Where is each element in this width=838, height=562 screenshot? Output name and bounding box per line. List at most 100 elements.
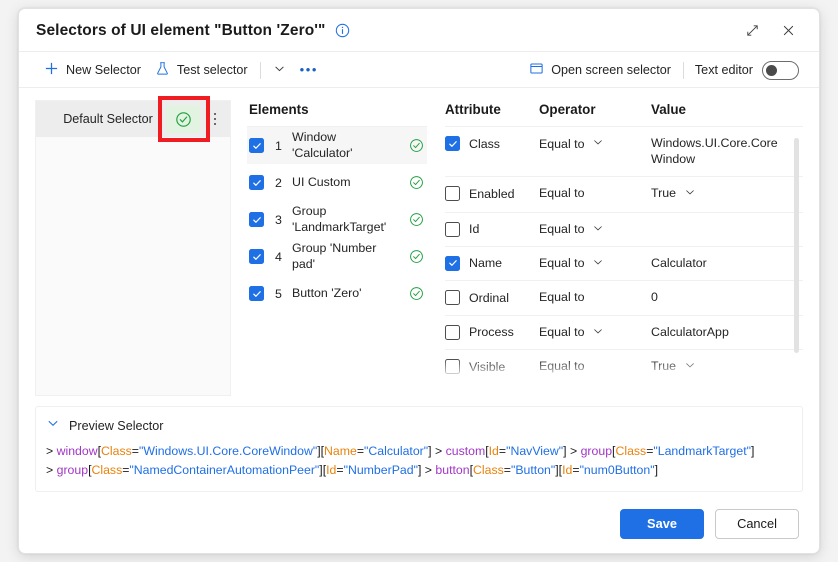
new-selector-button[interactable]: New Selector <box>37 57 148 83</box>
attribute-operator-visible: Equal to <box>539 359 585 373</box>
element-label-4: Group 'Number pad' <box>292 241 377 271</box>
token-value-id-2: "NumberPad" <box>343 463 418 477</box>
more-vertical-icon[interactable] <box>206 112 224 126</box>
attribute-row-visible[interactable]: Visible Equal to True <box>445 349 803 385</box>
selector-code-line-1: > window[Class="Windows.UI.Core.CoreWind… <box>46 444 755 458</box>
attribute-row-process[interactable]: Process Equal to CalculatorApp <box>445 314 803 350</box>
token-tag-group: group <box>580 444 613 458</box>
attribute-checkbox-name[interactable] <box>445 255 460 271</box>
open-screen-selector-label: Open screen selector <box>551 63 671 77</box>
dialog-content: Default Selector Elements 1 Window 'Calc… <box>19 88 819 396</box>
attributes-header-row: Attribute Operator Value <box>445 100 803 126</box>
element-checkbox-3[interactable] <box>249 212 264 227</box>
element-index-1: 1 <box>275 138 282 153</box>
element-index-3: 3 <box>275 212 282 227</box>
attributes-scrollbar[interactable] <box>794 138 799 353</box>
element-checkbox-4[interactable] <box>249 249 264 264</box>
check-circle-icon[interactable] <box>166 105 200 133</box>
element-label-2: UI Custom <box>292 174 351 189</box>
test-selector-dropdown[interactable] <box>266 58 293 82</box>
restore-diagonal-icon[interactable] <box>735 17 769 45</box>
selector-list-item-default[interactable]: Default Selector <box>36 96 230 142</box>
token-value-id: "NavView" <box>506 444 564 458</box>
attribute-operator-id: Equal to <box>539 222 585 236</box>
attribute-row-class[interactable]: Class Equal to Windows.UI.Core.CoreWindo… <box>445 126 803 176</box>
element-row-4[interactable]: 4 Group 'Number pad' <box>247 238 427 275</box>
chevron-down-icon[interactable] <box>592 256 604 271</box>
element-row-2[interactable]: 2 UI Custom <box>247 164 427 201</box>
token-tag-custom: custom <box>445 444 486 458</box>
text-editor-toggle[interactable]: Text editor <box>689 57 805 84</box>
test-selector-button[interactable]: Test selector <box>148 57 255 83</box>
attribute-checkbox-process[interactable] <box>445 324 460 340</box>
page-title: Selectors of UI element "Button 'Zero'" <box>36 21 326 39</box>
text-editor-label: Text editor <box>694 63 753 77</box>
window-controls <box>735 17 805 45</box>
flask-icon <box>155 61 170 79</box>
element-checkbox-2[interactable] <box>249 175 264 190</box>
cancel-button[interactable]: Cancel <box>715 508 799 539</box>
info-circle-icon[interactable] <box>335 23 350 38</box>
element-checkbox-1[interactable] <box>249 138 264 153</box>
attribute-operator-ordinal: Equal to <box>539 290 585 304</box>
attribute-checkbox-enabled[interactable] <box>445 186 460 201</box>
attribute-name-process: Process <box>469 325 514 339</box>
window-rectangle-icon <box>529 61 544 79</box>
chevron-down-icon[interactable] <box>592 325 604 340</box>
element-row-1[interactable]: 1 Window 'Calculator' <box>247 127 427 164</box>
attribute-value-process[interactable]: CalculatorApp <box>651 325 729 341</box>
attribute-row-ordinal[interactable]: Ordinal Equal to 0 <box>445 280 803 315</box>
token-attr-id-2: Id <box>326 463 337 477</box>
element-status-icon-2 <box>405 175 427 190</box>
attribute-checkbox-visible[interactable] <box>445 359 460 374</box>
attribute-value-visible[interactable]: True <box>651 359 676 375</box>
chevron-down-icon[interactable] <box>684 359 696 376</box>
attribute-checkbox-class[interactable] <box>445 136 460 151</box>
attributes-body: Class Equal to Windows.UI.Core.CoreWindo… <box>445 126 803 385</box>
attribute-name-id: Id <box>469 222 480 236</box>
toolbar-overflow-button[interactable]: ••• <box>293 61 325 79</box>
chevron-down-icon[interactable] <box>684 186 696 203</box>
text-editor-switch[interactable] <box>762 60 799 80</box>
token-value-class-4: "Button" <box>510 463 556 477</box>
new-selector-label: New Selector <box>66 63 141 77</box>
attribute-value-enabled[interactable]: True <box>651 186 676 202</box>
column-header-value: Value <box>651 102 686 117</box>
attribute-row-name[interactable]: Name Equal to Calculator <box>445 245 803 281</box>
close-icon[interactable] <box>771 17 805 45</box>
token-gt-2: > <box>434 444 443 458</box>
attribute-value-name[interactable]: Calculator <box>651 256 707 272</box>
attribute-value-ordinal[interactable]: 0 <box>651 290 658 306</box>
preview-selector-toggle[interactable]: Preview Selector <box>46 416 790 435</box>
chevron-down-icon[interactable] <box>592 222 604 237</box>
column-header-operator: Operator <box>539 102 596 117</box>
attribute-operator-name: Equal to <box>539 256 585 270</box>
element-row-5[interactable]: 5 Button 'Zero' <box>247 275 427 312</box>
element-row-3[interactable]: 3 Group 'LandmarkTarget' <box>247 201 427 238</box>
token-value-class: "Windows.UI.Core.CoreWindow" <box>138 444 318 458</box>
token-gt-5: > <box>424 463 432 477</box>
attribute-operator-class: Equal to <box>539 136 585 151</box>
element-status-icon-3 <box>405 212 427 227</box>
chevron-down-icon[interactable] <box>592 136 604 151</box>
token-tag-button: button <box>435 463 470 477</box>
save-button[interactable]: Save <box>620 508 704 539</box>
attribute-row-enabled[interactable]: Enabled Equal to True <box>445 176 803 212</box>
element-checkbox-5[interactable] <box>249 286 264 301</box>
token-attr-name: Name <box>324 444 357 458</box>
attribute-checkbox-id[interactable] <box>445 221 460 237</box>
token-value-id-3: "num0Button" <box>579 463 655 477</box>
selector-list-panel: Default Selector <box>35 96 231 396</box>
open-screen-selector-button[interactable]: Open screen selector <box>522 57 678 83</box>
attribute-operator-enabled: Equal to <box>539 186 585 200</box>
preview-selector-label: Preview Selector <box>69 418 164 433</box>
token-tag-window: window <box>56 444 98 458</box>
preview-selector-code: > window[Class="Windows.UI.Core.CoreWind… <box>46 442 790 480</box>
element-status-icon-5 <box>405 286 427 301</box>
attribute-row-id[interactable]: Id Equal to <box>445 211 803 246</box>
attribute-checkbox-ordinal[interactable] <box>445 290 460 305</box>
attribute-value-class[interactable]: Windows.UI.Core.CoreWindow <box>651 136 781 167</box>
token-attr-class: Class <box>101 444 132 458</box>
toolbar-right-group: Open screen selector Text editor <box>522 57 805 84</box>
selector-name-label: Default Selector <box>63 112 153 126</box>
